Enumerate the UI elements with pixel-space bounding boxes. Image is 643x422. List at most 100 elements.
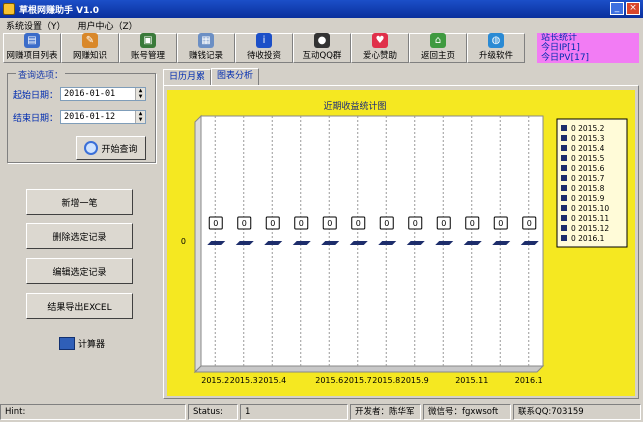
x-tick-label: 2015.11 xyxy=(455,376,488,385)
toolbar-button-1[interactable]: ✎ 网赚知识 xyxy=(61,33,119,63)
minimize-button[interactable]: _ xyxy=(610,2,624,15)
x-tick-label: 2015.8 xyxy=(372,376,400,385)
legend-entry: 0 2015.11 xyxy=(571,214,609,223)
bar-label: 0 xyxy=(498,219,503,228)
start-date-label: 起始日期： xyxy=(13,91,59,101)
toolbar: ▤ 网赚项目列表 ✎ 网赚知识 ▣ 账号管理 ▦ 赚钱记录 i 待收投资 ● 互动QQ群 ♥ 爱心赞助 ⌂ 返… xyxy=(3,33,533,63)
stats-today-ip: 今日IP[1] xyxy=(541,43,580,53)
toolbar-label: 互动QQ群 xyxy=(302,51,342,61)
delete-record-button[interactable]: 删除选定记录 xyxy=(26,223,133,249)
app-icon xyxy=(3,3,15,15)
query-options-group: 查询选项： 起始日期： 2016-01-01 ▲ ▼ 结束日期： 2016-01-… xyxy=(7,68,156,163)
legend-entry: 0 2015.8 xyxy=(571,184,605,193)
tab-chart-analysis[interactable]: 图表分析 xyxy=(211,68,260,85)
legend-entry: 0 2015.7 xyxy=(571,174,605,183)
status-bar: Hint: Status: 1 开发者：陈华军 微信号：fgxwsoft 联系Q… xyxy=(0,402,643,422)
income-chart: 近期收益统计图 0 0 2015.2 0 2015.3 0 2015.4 0 0 2015.6 0 20… xyxy=(167,90,635,396)
edit-record-button[interactable]: 编辑选定记录 xyxy=(26,258,133,284)
window-title: 草根网赚助手 V1.0 xyxy=(19,5,100,16)
toolbar-button-3[interactable]: ▦ 赚钱记录 xyxy=(177,33,235,63)
calculator-button[interactable]: 计算器 xyxy=(59,337,105,350)
end-date-value: 2016-01-12 xyxy=(64,112,116,122)
chart-title: 近期收益统计图 xyxy=(323,100,386,112)
stats-heading: 站长统计 xyxy=(541,33,578,43)
legend-entry: 0 2015.10 xyxy=(571,204,609,213)
left-panel: 查询选项： 起始日期： 2016-01-01 ▲ ▼ 结束日期： 2016-01-… xyxy=(3,66,160,400)
bar-label: 0 xyxy=(270,219,275,228)
status-label: Status: xyxy=(188,404,238,420)
end-date-input[interactable]: 2016-01-12 ▲ ▼ xyxy=(60,110,146,124)
toolbar-label: 爱心赞助 xyxy=(362,51,397,61)
x-tick-label: 2015.9 xyxy=(401,376,429,385)
plot-floor xyxy=(193,365,545,373)
document-icon: ▦ xyxy=(198,33,214,48)
legend-swatch xyxy=(561,215,567,221)
legend-swatch xyxy=(561,135,567,141)
query-options-legend: 查询选项： xyxy=(16,68,66,81)
start-date-spinner[interactable]: ▲ ▼ xyxy=(135,88,145,100)
toolbar-button-4[interactable]: i 待收投资 xyxy=(235,33,293,63)
tab-strip: 日历月累 图表分析 xyxy=(163,68,260,85)
legend-swatch xyxy=(561,155,567,161)
status-value: 1 xyxy=(240,404,348,420)
id-card-icon: ▣ xyxy=(140,33,156,48)
y-tick-zero: 0 xyxy=(181,237,186,246)
bar-label: 0 xyxy=(299,219,304,228)
toolbar-button-7[interactable]: ⌂ 返回主页 xyxy=(409,33,467,63)
globe-icon: ◍ xyxy=(488,33,504,48)
notepad-icon: ✎ xyxy=(82,33,98,48)
bar-label: 0 xyxy=(527,219,532,228)
toolbar-button-0[interactable]: ▤ 网赚项目列表 xyxy=(3,33,61,63)
status-wechat: 微信号：fgxwsoft xyxy=(423,404,511,420)
legend-entry: 0 2015.6 xyxy=(571,164,605,173)
heart-icon: ♥ xyxy=(372,33,388,48)
close-button[interactable]: × xyxy=(626,2,640,15)
toolbar-label: 网赚知识 xyxy=(72,51,107,61)
status-developer: 开发者：陈华军 xyxy=(350,404,421,420)
export-excel-button[interactable]: 结果导出EXCEL xyxy=(26,293,133,319)
add-record-button[interactable]: 新增一笔 xyxy=(26,189,133,215)
toolbar-label: 升级软件 xyxy=(478,51,513,61)
book-icon: ▤ xyxy=(24,33,40,48)
legend-entry: 0 2015.12 xyxy=(571,224,609,233)
magnifier-icon xyxy=(84,141,99,155)
toolbar-button-2[interactable]: ▣ 账号管理 xyxy=(119,33,177,63)
calculator-label: 计算器 xyxy=(78,340,106,350)
menu-bar: 系统设置（Y） 用户中心（Z） xyxy=(0,18,643,32)
legend-entry: 0 2015.2 xyxy=(571,124,605,133)
x-tick-label: 2015.4 xyxy=(258,376,286,385)
legend-swatch xyxy=(561,195,567,201)
info-diamond-icon: i xyxy=(256,33,272,48)
qq-penguin-icon: ● xyxy=(314,33,330,48)
bar-label: 0 xyxy=(327,219,332,228)
legend-entry: 0 2015.9 xyxy=(571,194,605,203)
calculator-icon xyxy=(59,337,75,350)
status-qq: 联系QQ:703159 xyxy=(513,404,641,420)
menu-system-settings[interactable]: 系统设置（Y） xyxy=(6,19,66,32)
toolbar-label: 返回主页 xyxy=(420,51,455,61)
legend-entry: 0 2016.1 xyxy=(571,234,605,243)
tab-calendar[interactable]: 日历月累 xyxy=(163,69,212,85)
x-tick-label: 2015.2 xyxy=(201,376,229,385)
menu-user-center[interactable]: 用户中心（Z） xyxy=(78,19,138,32)
start-query-button[interactable]: 开始查询 xyxy=(76,136,146,160)
toolbar-button-8[interactable]: ◍ 升级软件 xyxy=(467,33,525,63)
end-date-label: 结束日期： xyxy=(13,114,59,124)
toolbar-label: 赚钱记录 xyxy=(188,51,223,61)
house-icon: ⌂ xyxy=(430,33,446,48)
bar-label: 0 xyxy=(384,219,389,228)
toolbar-label: 账号管理 xyxy=(130,51,165,61)
start-date-input[interactable]: 2016-01-01 ▲ ▼ xyxy=(60,87,146,101)
bar-label: 0 xyxy=(441,219,446,228)
start-date-value: 2016-01-01 xyxy=(64,89,116,99)
plot-left-wall xyxy=(194,114,202,374)
bar-label: 0 xyxy=(413,219,418,228)
toolbar-button-6[interactable]: ♥ 爱心赞助 xyxy=(351,33,409,63)
toolbar-button-5[interactable]: ● 互动QQ群 xyxy=(293,33,351,63)
toolbar-label: 待收投资 xyxy=(246,51,281,61)
status-hint: Hint: xyxy=(0,404,186,420)
end-date-spinner[interactable]: ▲ ▼ xyxy=(135,111,145,123)
legend-entry: 0 2015.5 xyxy=(571,154,605,163)
legend-swatch xyxy=(561,165,567,171)
x-tick-label: 2015.7 xyxy=(344,376,372,385)
